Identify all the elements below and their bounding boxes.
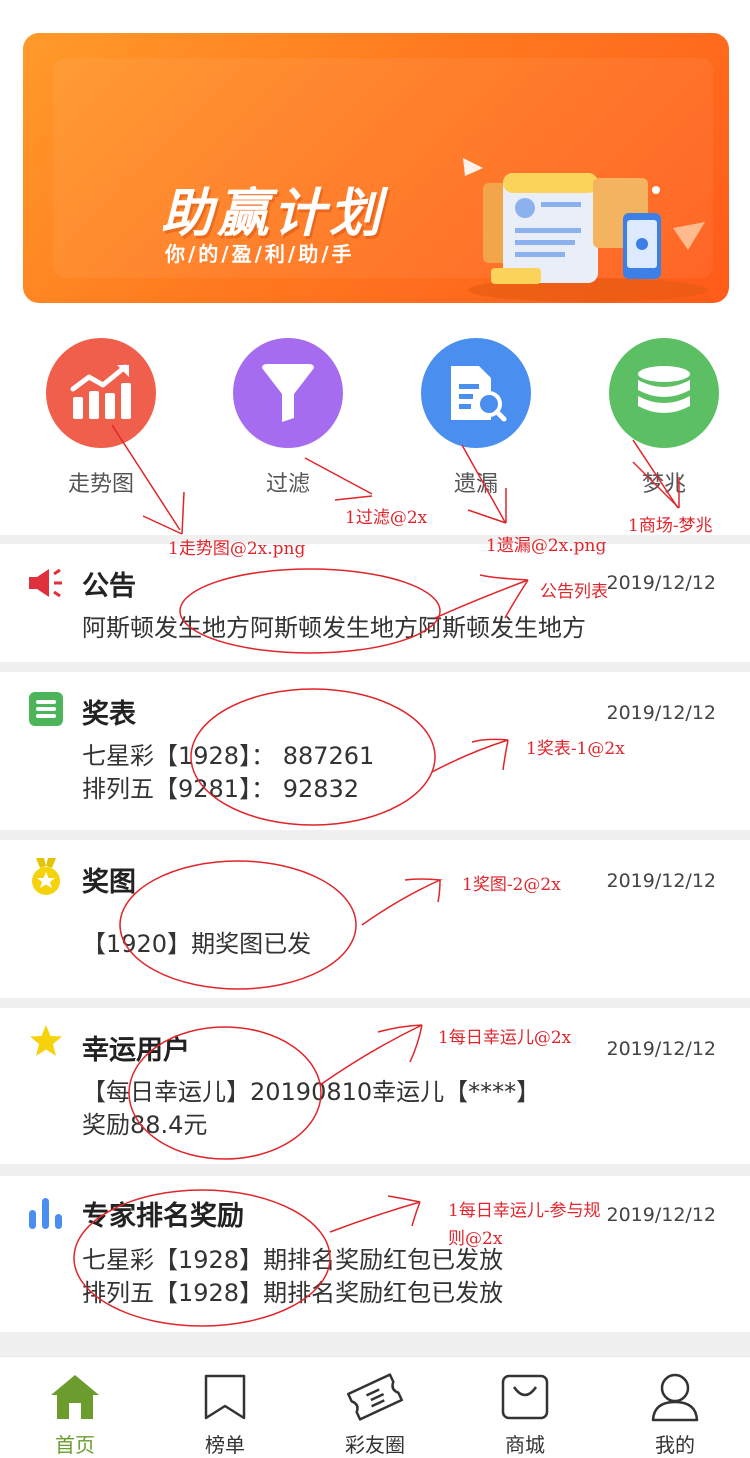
card-line: 排列五【9281】： 92832 xyxy=(82,775,360,803)
user-icon xyxy=(600,1369,750,1425)
annotation-label: 1每日幸运儿-参与规 xyxy=(448,1201,601,1221)
annotation-label: 1走势图@2x.png xyxy=(168,539,306,559)
quick-label: 走势图 xyxy=(67,472,134,497)
card-date: 2019/12/12 xyxy=(606,870,716,892)
home-icon xyxy=(0,1369,150,1425)
card-line: 七星彩【1928】期排名奖励红包已发放 xyxy=(82,1246,504,1274)
database-icon xyxy=(609,338,719,448)
card-prize-image[interactable]: 奖图 2019/12/12 【1920】期奖图已发 xyxy=(0,840,750,998)
trend-chart-icon xyxy=(46,338,156,448)
annotation-label: 1每日幸运儿@2x xyxy=(438,1028,572,1048)
shopping-bag-icon xyxy=(450,1369,600,1425)
card-body: 七星彩【1928】期排名奖励红包已发放 排列五【1928】期排名奖励红包已发放 xyxy=(82,1244,503,1310)
annotation-label: 公告列表 xyxy=(540,582,608,602)
card-body: 阿斯顿发生地方阿斯顿发生地方阿斯顿发生地方 xyxy=(82,612,586,645)
ranking-icon xyxy=(150,1369,300,1425)
quick-label: 梦兆 xyxy=(641,472,686,497)
banner-title: 助赢计划 xyxy=(161,184,386,244)
card-date: 2019/12/12 xyxy=(606,1038,716,1060)
card-announcement[interactable]: 公告 2019/12/12 阿斯顿发生地方阿斯顿发生地方阿斯顿发生地方 xyxy=(0,544,750,662)
annotation-label: 1遗漏@2x.png xyxy=(486,536,607,556)
promo-banner[interactable]: 助赢计划 你/的/盈/利/助/手 xyxy=(23,33,729,303)
card-body: 【1920】期奖图已发 xyxy=(82,928,311,961)
card-body: 【每日幸运儿】20190810幸运儿【****】 奖励88.4元 xyxy=(82,1076,540,1142)
quick-item-missing[interactable]: 遗漏 xyxy=(406,338,546,498)
tab-label: 彩友圈 xyxy=(345,1433,405,1457)
megaphone-icon xyxy=(27,564,65,602)
card-title: 幸运用户 xyxy=(82,1035,190,1066)
annotation-label: 1奖图-2@2x xyxy=(462,875,561,895)
card-date: 2019/12/12 xyxy=(606,702,716,724)
card-title: 专家排名奖励 xyxy=(82,1201,244,1232)
card-line: 排列五【1928】期排名奖励红包已发放 xyxy=(82,1279,504,1307)
card-date: 2019/12/12 xyxy=(606,572,716,594)
card-body: 七星彩【1928】： 887261 排列五【9281】： 92832 xyxy=(82,740,374,806)
tab-ranking[interactable]: 榜单 xyxy=(150,1357,300,1458)
bar-chart-icon xyxy=(27,1194,65,1232)
quick-item-trend[interactable]: 走势图 xyxy=(31,338,171,498)
tab-label: 我的 xyxy=(655,1433,695,1457)
bottom-tab-bar: 首页 榜单 彩友圈 商城 我的 xyxy=(0,1356,750,1458)
tab-label: 榜单 xyxy=(205,1433,245,1457)
list-icon xyxy=(27,690,65,728)
tab-mine[interactable]: 我的 xyxy=(600,1357,750,1458)
banner-illustration xyxy=(463,158,708,302)
tab-label: 首页 xyxy=(55,1433,95,1457)
quick-item-dream[interactable]: 梦兆 xyxy=(594,338,734,498)
card-title: 奖图 xyxy=(82,867,136,898)
annotation-label: 则@2x xyxy=(448,1229,503,1249)
medal-icon xyxy=(27,858,65,896)
card-line: 阿斯顿发生地方阿斯顿发生地方阿斯顿发生地方 xyxy=(82,614,586,642)
card-title: 公告 xyxy=(82,571,136,602)
quick-label: 过滤 xyxy=(265,472,310,497)
tab-mall[interactable]: 商城 xyxy=(450,1357,600,1458)
banner-subtitle: 你/的/盈/利/助/手 xyxy=(165,242,355,266)
tab-home[interactable]: 首页 xyxy=(0,1357,150,1458)
tab-label: 商城 xyxy=(505,1433,545,1457)
quick-label: 遗漏 xyxy=(453,472,498,497)
card-line: 七星彩【1928】： 887261 xyxy=(82,742,375,770)
card-line: 【每日幸运儿】20190810幸运儿【****】 xyxy=(82,1078,541,1106)
funnel-icon xyxy=(233,338,343,448)
card-date: 2019/12/12 xyxy=(606,1204,716,1226)
card-title: 奖表 xyxy=(82,699,136,730)
card-lucky-user[interactable]: 幸运用户 2019/12/12 【每日幸运儿】20190810幸运儿【****】… xyxy=(0,1008,750,1164)
annotation-label: 1奖表-1@2x xyxy=(526,739,625,759)
document-search-icon xyxy=(421,338,531,448)
card-expert-ranking[interactable]: 专家排名奖励 2019/12/12 七星彩【1928】期排名奖励红包已发放 排列… xyxy=(0,1176,750,1332)
quick-menu: 走势图 过滤 遗漏 梦兆 xyxy=(0,338,750,498)
star-icon xyxy=(27,1022,65,1060)
annotation-label: 1商场-梦兆 xyxy=(628,516,713,536)
card-line: 【1920】期奖图已发 xyxy=(82,930,312,958)
quick-item-filter[interactable]: 过滤 xyxy=(218,338,358,498)
card-prize-table[interactable]: 奖表 2019/12/12 七星彩【1928】： 887261 排列五【9281… xyxy=(0,672,750,830)
card-line: 奖励88.4元 xyxy=(82,1111,208,1139)
tab-community[interactable]: 彩友圈 xyxy=(300,1357,450,1458)
ticket-icon xyxy=(300,1369,450,1425)
annotation-label: 1过滤@2x xyxy=(345,508,428,528)
